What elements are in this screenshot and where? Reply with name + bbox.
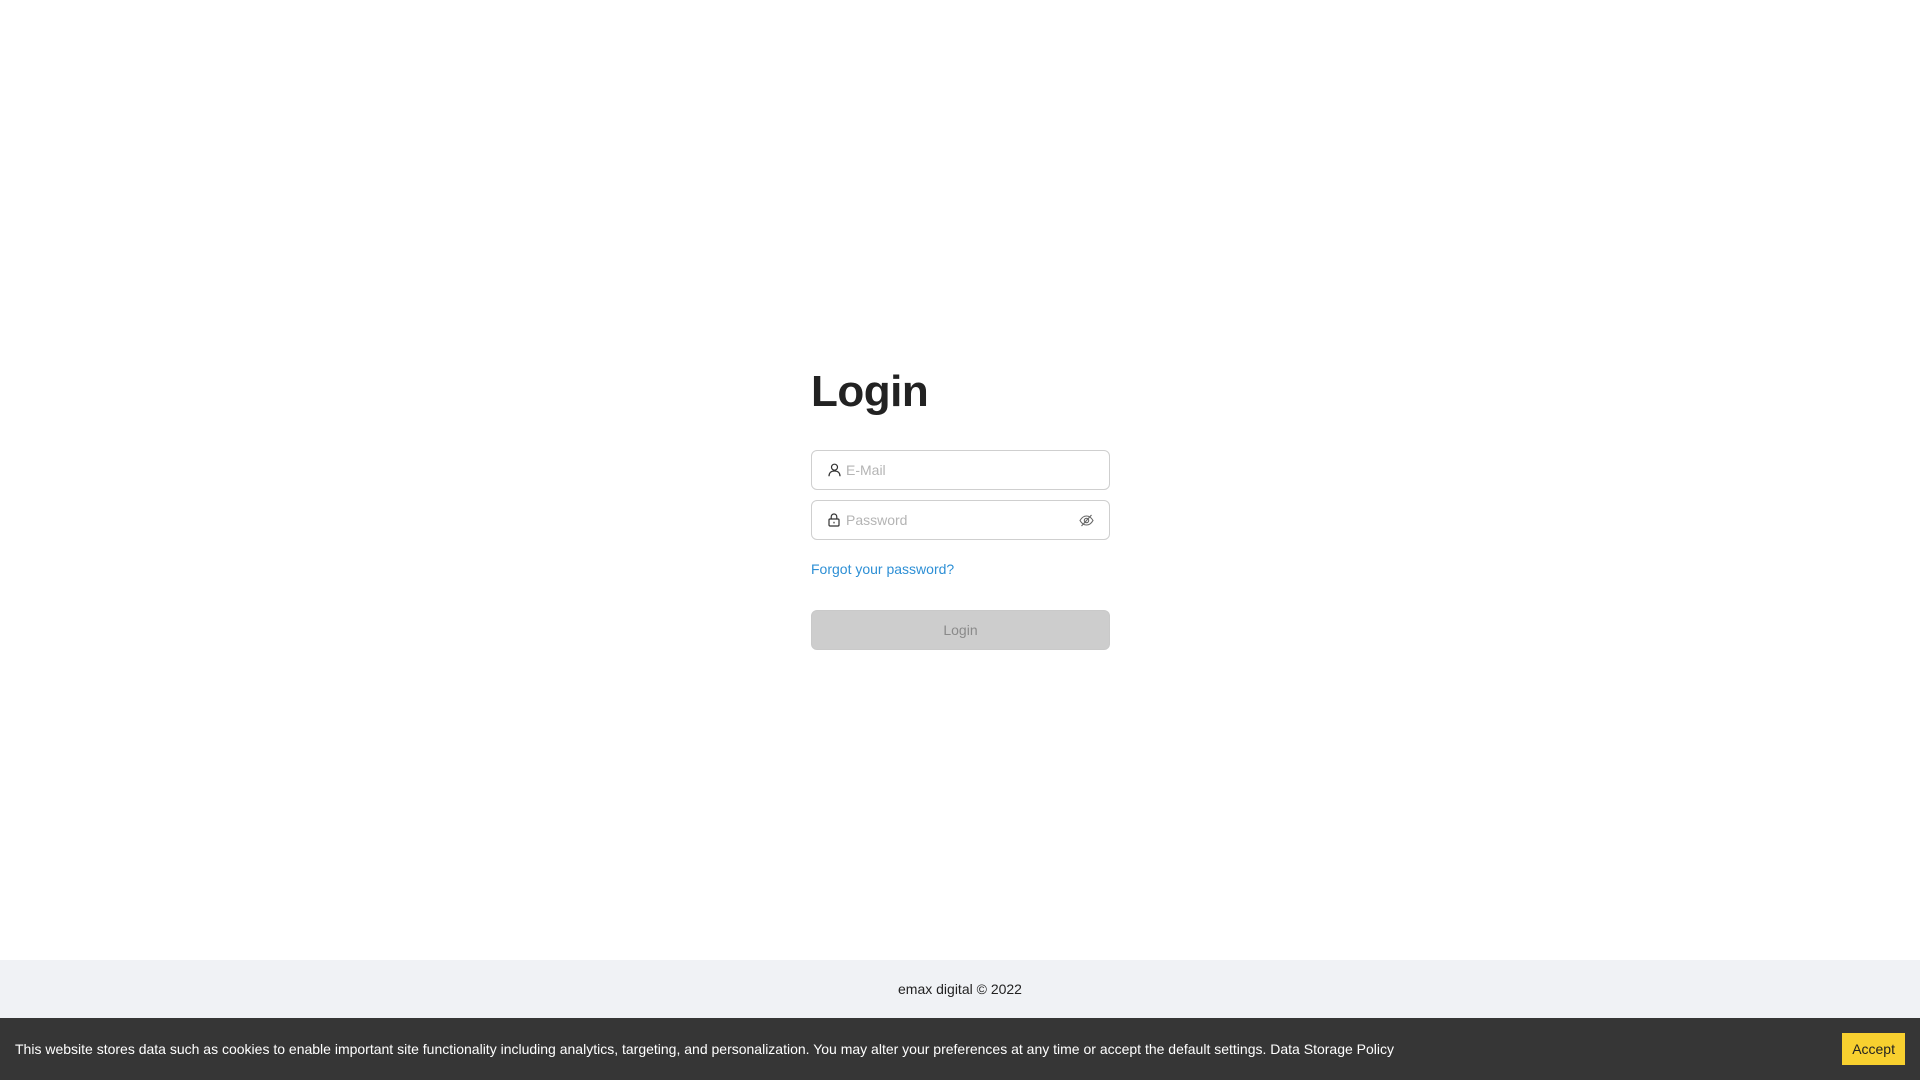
password-input[interactable] [846,502,1072,538]
forgot-password-link[interactable]: Forgot your password? [811,560,954,578]
login-button[interactable]: Login [811,610,1110,650]
accept-cookies-button[interactable]: Accept [1842,1033,1905,1065]
login-form: Login E-Mail Forgot your password? Login [811,366,1110,650]
cookie-message-container: This website stores data such as cookies… [15,1041,1842,1057]
footer: emax digital © 2022 [0,960,1920,1018]
email-field-container[interactable] [811,450,1110,490]
data-storage-policy-link[interactable]: Data Storage Policy [1270,1041,1394,1057]
eye-slash-icon[interactable] [1078,512,1094,528]
email-input[interactable] [846,452,1109,488]
user-icon [827,463,841,477]
password-field-container[interactable] [811,500,1110,540]
cookie-message: This website stores data such as cookies… [15,1041,1267,1057]
lock-icon [827,513,841,527]
page-title: Login [811,367,929,416]
copyright-text: emax digital © 2022 [898,981,1022,997]
login-page: Login E-Mail Forgot your password? Login… [0,0,1920,1080]
cookie-banner: This website stores data such as cookies… [0,1018,1920,1080]
